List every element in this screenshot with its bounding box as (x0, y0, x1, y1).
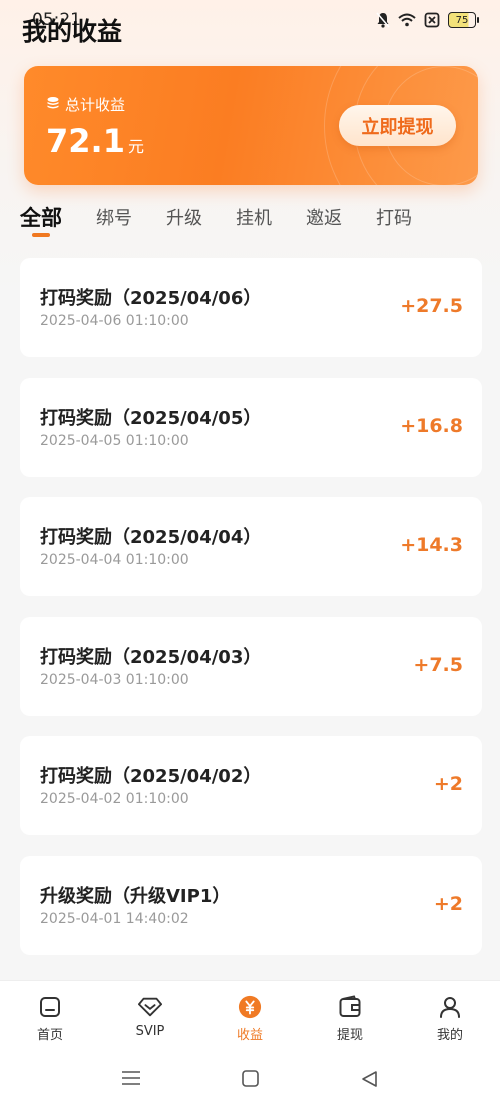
menu-icon[interactable] (121, 1070, 141, 1090)
tabbar-label: 我的 (436, 1028, 463, 1043)
total-earnings-amount: 72.1 元 (46, 122, 144, 160)
diamond-icon (138, 995, 162, 1019)
record-card[interactable]: 打码奖励（2025/04/05） 2025-04-05 01:10:00 +16… (20, 377, 482, 477)
tabbar-label: 收益 (236, 1028, 263, 1043)
earnings-record-list: 打码奖励（2025/04/06） 2025-04-06 01:10:00 +27… (20, 258, 482, 975)
record-amount: +7.5 (413, 653, 463, 676)
user-icon (438, 995, 462, 1019)
record-title: 打码奖励（2025/04/04） (40, 527, 262, 548)
yen-icon (238, 995, 262, 1019)
tab-invite-rebate[interactable]: 邀返 (306, 200, 342, 230)
battery-icon: 75 (448, 12, 479, 28)
earnings-summary-card: 总计收益 72.1 元 立即提现 (24, 66, 478, 185)
tabbar-label: 首页 (36, 1028, 63, 1043)
record-title: 升级奖励（升级VIP1） (40, 885, 231, 907)
tabbar-label: SVIP (135, 1024, 165, 1039)
back-triangle-icon[interactable] (361, 1070, 378, 1092)
system-navigation-bar (0, 1050, 500, 1111)
record-title: 打码奖励（2025/04/05） (40, 407, 262, 429)
record-time: 2025-04-01 14:40:02 (40, 910, 189, 927)
total-earnings-value: 72.1 (46, 122, 125, 160)
tabbar-item-earnings[interactable]: 收益 (200, 981, 300, 1050)
record-title: 打码奖励（2025/04/02） (40, 766, 262, 787)
record-time: 2025-04-04 01:10:00 (40, 552, 189, 568)
home-square-icon[interactable] (242, 1070, 259, 1091)
record-amount: +14.3 (400, 534, 463, 556)
tab-captcha[interactable]: 打码 (376, 200, 412, 230)
bell-off-icon (376, 12, 390, 28)
tabbar-item-withdraw[interactable]: 提现 (300, 981, 400, 1050)
tab-upgrade[interactable]: 升级 (166, 200, 202, 230)
total-earnings-label-row: 总计收益 (46, 94, 125, 115)
tabbar-item-home[interactable]: 首页 (0, 981, 100, 1050)
record-amount: +27.5 (400, 295, 463, 317)
total-earnings-label: 总计收益 (65, 96, 126, 114)
record-card[interactable]: 打码奖励（2025/04/03） 2025-04-03 01:10:00 +7.… (20, 616, 482, 716)
record-time: 2025-04-06 01:10:00 (40, 313, 189, 329)
record-title: 打码奖励（2025/04/03） (40, 646, 262, 668)
record-time: 2025-04-05 01:10:00 (40, 432, 189, 449)
tab-idle[interactable]: 挂机 (236, 200, 272, 230)
record-card[interactable]: 打码奖励（2025/04/04） 2025-04-04 01:10:00 +14… (20, 497, 482, 596)
tabbar-item-profile[interactable]: 我的 (400, 981, 500, 1050)
home-icon (38, 995, 62, 1019)
record-card[interactable]: 升级奖励（升级VIP1） 2025-04-01 14:40:02 +2 (20, 855, 482, 955)
status-icons: 75 (376, 12, 479, 28)
record-card[interactable]: 打码奖励（2025/04/02） 2025-04-02 01:10:00 +2 (20, 736, 482, 835)
filter-tabs: 全部 绑号 升级 挂机 邀返 打码 (20, 200, 480, 240)
page-title: 我的收益 (22, 17, 123, 46)
bottom-tab-bar: 首页 SVIP 收益 提现 我的 (0, 980, 500, 1050)
withdraw-now-button[interactable]: 立即提现 (339, 105, 456, 146)
record-amount: +16.8 (400, 414, 463, 437)
tabbar-label: 提现 (336, 1028, 363, 1043)
record-amount: +2 (433, 773, 463, 795)
record-amount: +2 (433, 892, 463, 915)
sim-off-icon (424, 12, 440, 28)
tab-bind-account[interactable]: 绑号 (96, 200, 132, 230)
record-time: 2025-04-03 01:10:00 (40, 671, 189, 688)
record-title: 打码奖励（2025/04/06） (40, 288, 262, 309)
coins-icon (46, 96, 60, 114)
tab-all[interactable]: 全部 (20, 200, 62, 237)
record-card[interactable]: 打码奖励（2025/04/06） 2025-04-06 01:10:00 +27… (20, 258, 482, 357)
wallet-icon (338, 995, 362, 1019)
wifi-icon (398, 13, 416, 27)
record-time: 2025-04-02 01:10:00 (40, 791, 189, 807)
currency-unit: 元 (127, 137, 144, 156)
tabbar-item-svip[interactable]: SVIP (100, 981, 200, 1050)
